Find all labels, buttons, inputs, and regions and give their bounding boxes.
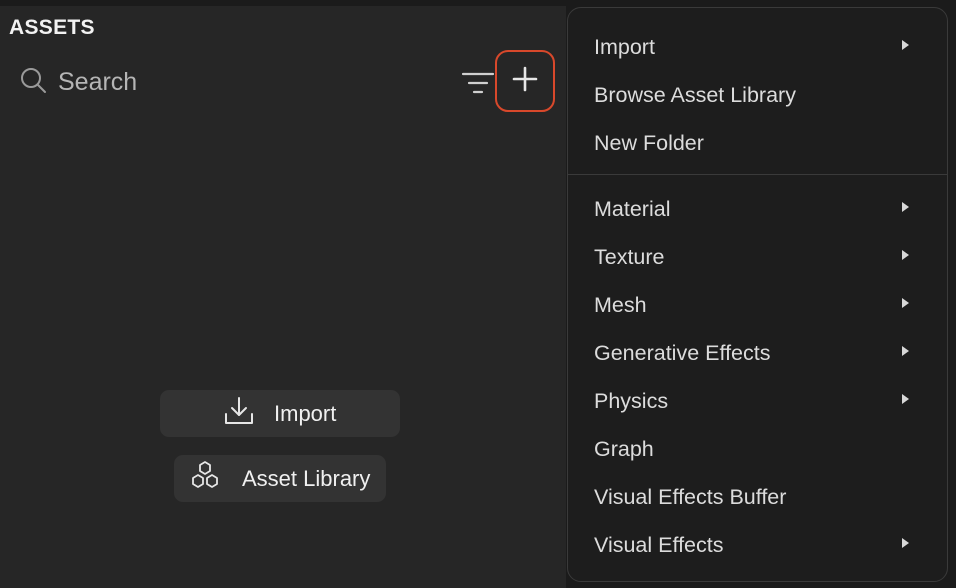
search-icon — [18, 65, 48, 100]
asset-library-button-label: Asset Library — [242, 465, 371, 491]
menu-item-browse-asset-library[interactable]: Browse Asset Library — [568, 71, 947, 119]
search-input[interactable] — [56, 66, 440, 98]
menu-divider — [568, 174, 947, 175]
menu-item-physics[interactable]: Physics — [568, 377, 947, 425]
menu-item-import[interactable]: Import — [568, 23, 947, 71]
add-asset-menu: Import Browse Asset Library New Folder M… — [567, 7, 948, 582]
submenu-arrow-icon — [902, 346, 909, 356]
menu-item-label: Visual Effects Buffer — [594, 484, 787, 509]
menu-item-label: Browse Asset Library — [594, 82, 796, 107]
import-button[interactable]: Import — [160, 390, 400, 437]
submenu-arrow-icon — [902, 40, 909, 50]
menu-item-label: New Folder — [594, 130, 704, 155]
hexagons-icon — [188, 459, 242, 499]
panel-title: ASSETS — [9, 16, 95, 39]
search-bar[interactable] — [18, 60, 448, 104]
menu-item-generative-effects[interactable]: Generative Effects — [568, 329, 947, 377]
asset-library-button[interactable]: Asset Library — [174, 455, 386, 502]
menu-item-visual-effects-buffer[interactable]: Visual Effects Buffer — [568, 473, 947, 521]
menu-item-texture[interactable]: Texture — [568, 233, 947, 281]
menu-item-label: Import — [594, 34, 655, 59]
add-asset-button[interactable] — [495, 50, 555, 112]
submenu-arrow-icon — [902, 538, 909, 548]
menu-item-label: Generative Effects — [594, 340, 771, 365]
menu-item-label: Mesh — [594, 292, 647, 317]
menu-item-label: Graph — [594, 436, 654, 461]
menu-item-label: Texture — [594, 244, 665, 269]
menu-item-label: Material — [594, 196, 671, 221]
submenu-arrow-icon — [902, 202, 909, 212]
menu-item-graph[interactable]: Graph — [568, 425, 947, 473]
menu-item-new-folder[interactable]: New Folder — [568, 119, 947, 167]
menu-item-mesh[interactable]: Mesh — [568, 281, 947, 329]
filter-icon[interactable] — [460, 68, 496, 98]
download-icon — [222, 394, 274, 434]
menu-item-material[interactable]: Material — [568, 185, 947, 233]
submenu-arrow-icon — [902, 250, 909, 260]
menu-item-label: Physics — [594, 388, 669, 413]
menu-item-label: Visual Effects — [594, 532, 724, 557]
import-button-label: Import — [274, 400, 337, 426]
submenu-arrow-icon — [902, 394, 909, 404]
plus-icon — [511, 65, 539, 98]
menu-item-visual-effects[interactable]: Visual Effects — [568, 521, 947, 569]
submenu-arrow-icon — [902, 298, 909, 308]
